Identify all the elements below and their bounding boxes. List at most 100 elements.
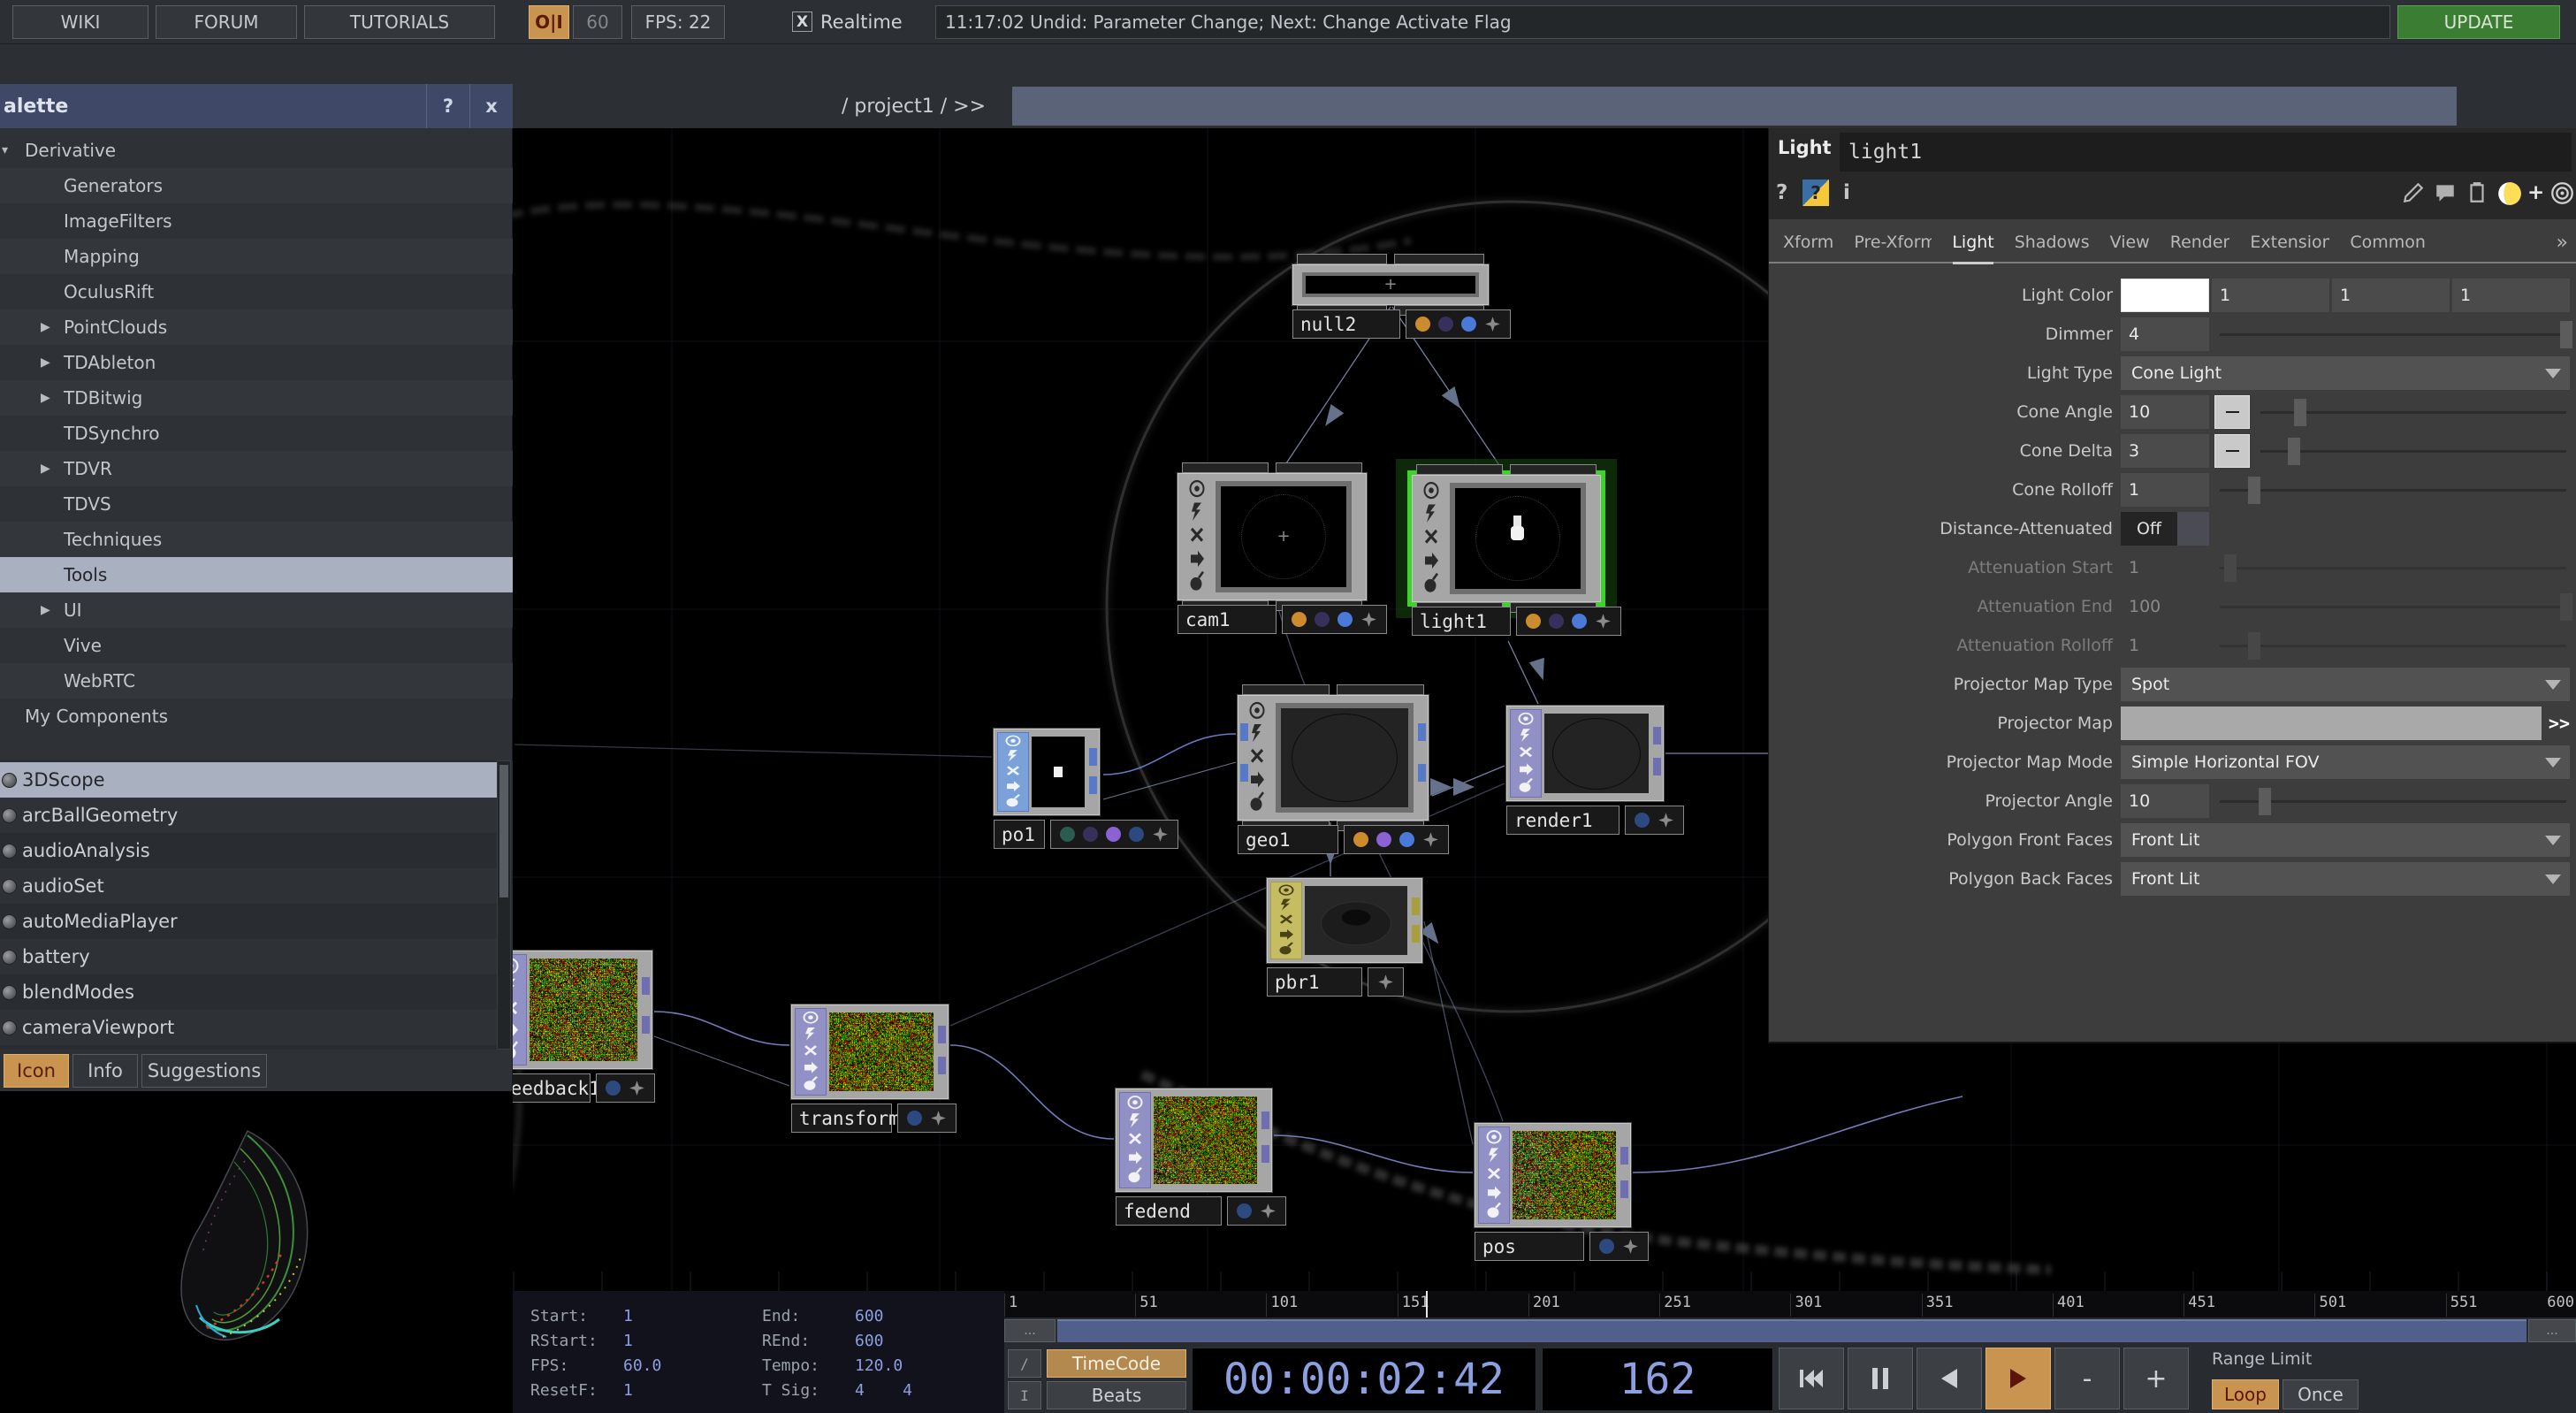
blue-flag-dot[interactable]: [1572, 614, 1587, 629]
violet-flag-dot[interactable]: [1376, 832, 1391, 847]
star-flag-icon[interactable]: [1595, 613, 1612, 630]
node-flags[interactable]: [1050, 820, 1178, 849]
step-forward-button[interactable]: +: [2123, 1348, 2189, 1409]
palette-tree-item-webrtc[interactable]: WebRTC: [0, 663, 513, 699]
orange-flag-dot[interactable]: [1526, 614, 1541, 629]
param-tab-view[interactable]: View: [2110, 223, 2150, 262]
slider-track[interactable]: [2220, 333, 2566, 336]
tab-suggestions[interactable]: Suggestions: [141, 1054, 267, 1088]
navy-flag-dot[interactable]: [1635, 813, 1650, 828]
param-tab-light[interactable]: Light: [1952, 223, 1993, 262]
star-flag-icon[interactable]: [629, 1080, 645, 1096]
dropdown-light-type[interactable]: Cone Light: [2121, 356, 2570, 390]
node-viewer[interactable]: [1513, 1131, 1616, 1219]
palette-tree-item-tdvr[interactable]: ▶TDVR: [0, 451, 513, 486]
output-connector[interactable]: [642, 977, 650, 995]
teal-flag-dot[interactable]: [1060, 827, 1075, 842]
param-value-field[interactable]: 4: [2121, 317, 2209, 351]
network-header-filler[interactable]: [1012, 87, 2457, 126]
star-flag-icon[interactable]: [930, 1110, 947, 1127]
slider-track[interactable]: [2220, 645, 2566, 647]
range-end-handle[interactable]: ...: [2528, 1319, 2576, 1342]
node-cam1[interactable]: +: [1177, 473, 1367, 600]
node-name-fedend[interactable]: fedend: [1116, 1196, 1222, 1226]
toggle-knob[interactable]: [2177, 512, 2209, 546]
blue-flag-dot[interactable]: [1338, 612, 1353, 627]
node-geo1[interactable]: [1238, 695, 1429, 821]
clipboard-icon[interactable]: [2465, 181, 2488, 204]
output-connector[interactable]: [1653, 727, 1661, 745]
node-input-tab[interactable]: [1337, 684, 1424, 695]
output-connector[interactable]: [1418, 764, 1426, 782]
node-flag-icons[interactable]: [1241, 699, 1273, 817]
node-name-geo1[interactable]: geo1: [1238, 825, 1338, 854]
node-flags[interactable]: [1282, 605, 1387, 634]
navy-flag-dot[interactable]: [606, 1081, 621, 1096]
star-flag-icon[interactable]: [1377, 974, 1394, 990]
navy-flag-dot[interactable]: [1237, 1203, 1252, 1218]
param-tab-common[interactable]: Common: [2350, 223, 2426, 262]
color-value-1[interactable]: 1: [2332, 279, 2450, 312]
node-viewer[interactable]: [829, 1012, 934, 1091]
node-transform1[interactable]: [791, 1004, 949, 1099]
slider-handle[interactable]: [2248, 632, 2260, 660]
node-viewer[interactable]: +: [1216, 481, 1352, 592]
param-tab-xform[interactable]: Xform: [1783, 223, 1833, 262]
component-item-audioset[interactable]: audioSet: [0, 868, 497, 904]
color-swatch[interactable]: [2121, 279, 2209, 312]
dropdown-polygon-back-faces[interactable]: Front Lit: [2121, 862, 2570, 896]
ramp-button[interactable]: [2214, 434, 2250, 468]
palette-tree-item-derivative[interactable]: ▾Derivative: [0, 133, 513, 168]
target-icon[interactable]: [2550, 181, 2574, 205]
param-tab-pre-xform[interactable]: Pre-Xform: [1854, 223, 1932, 262]
component-item-blendmodes[interactable]: blendModes: [0, 974, 497, 1010]
node-input-tab[interactable]: [1510, 464, 1597, 475]
palette-tree-item-techniques[interactable]: Techniques: [0, 522, 513, 557]
pencil-icon[interactable]: [2402, 181, 2425, 204]
scrollbar-thumb[interactable]: [499, 765, 508, 897]
navy-flag-dot[interactable]: [1599, 1239, 1614, 1254]
slider-track[interactable]: [2220, 800, 2566, 803]
node-flag-icons[interactable]: [1415, 478, 1447, 599]
node-input-tab[interactable]: [1394, 254, 1484, 264]
toggle-value[interactable]: Off: [2121, 512, 2177, 546]
node-input-tab[interactable]: [1297, 254, 1387, 264]
orange-flag-dot[interactable]: [1415, 317, 1430, 332]
output-connector[interactable]: [1412, 925, 1420, 943]
node-flag-icons[interactable]: [1119, 1092, 1151, 1188]
node-flags[interactable]: [1625, 806, 1684, 835]
palette-tree-item-oculusrift[interactable]: OculusRift: [0, 274, 513, 309]
blue-flag-dot[interactable]: [1461, 317, 1476, 332]
navy-flag-dot[interactable]: [907, 1111, 922, 1126]
timecode-mode-button[interactable]: TimeCode: [1047, 1349, 1186, 1378]
star-flag-icon[interactable]: [1658, 812, 1674, 829]
timecode-slash-button[interactable]: /: [1008, 1349, 1041, 1378]
dropdown-projector-map-mode[interactable]: Simple Horizontal FOV: [2121, 745, 2570, 779]
node-name-render1[interactable]: render1: [1506, 806, 1620, 835]
python-icon[interactable]: [2497, 181, 2522, 206]
star-flag-icon[interactable]: [1484, 316, 1501, 332]
node-viewer[interactable]: [1305, 886, 1407, 955]
param-tabs-overflow-icon[interactable]: »: [2557, 232, 2568, 254]
node-pos[interactable]: [1475, 1123, 1631, 1227]
orange-flag-dot[interactable]: [1292, 612, 1307, 627]
output-connector[interactable]: [1089, 776, 1097, 794]
node-pbr1[interactable]: [1267, 878, 1422, 963]
node-name-pbr1[interactable]: pbr1: [1267, 967, 1362, 997]
node-render1[interactable]: [1506, 706, 1664, 801]
jump-to-start-button[interactable]: [1779, 1348, 1844, 1409]
orange-flag-dot[interactable]: [1353, 832, 1368, 847]
node-viewer[interactable]: [1544, 714, 1649, 793]
node-input-tab[interactable]: [1182, 462, 1269, 473]
output-connector[interactable]: [1418, 723, 1426, 741]
palette-header[interactable]: alette ? x: [0, 84, 513, 128]
step-back-button[interactable]: -: [2054, 1348, 2120, 1409]
node-flag-icons[interactable]: [1478, 1127, 1510, 1224]
output-connector[interactable]: [1412, 897, 1420, 915]
node-flags[interactable]: [1344, 825, 1449, 854]
comment-icon[interactable]: [2434, 181, 2457, 204]
fps-indicator[interactable]: FPS: 22: [631, 5, 725, 39]
slider-track[interactable]: [2260, 450, 2566, 453]
slider-handle[interactable]: [2560, 593, 2572, 621]
node-flag-icons[interactable]: [795, 1008, 827, 1096]
